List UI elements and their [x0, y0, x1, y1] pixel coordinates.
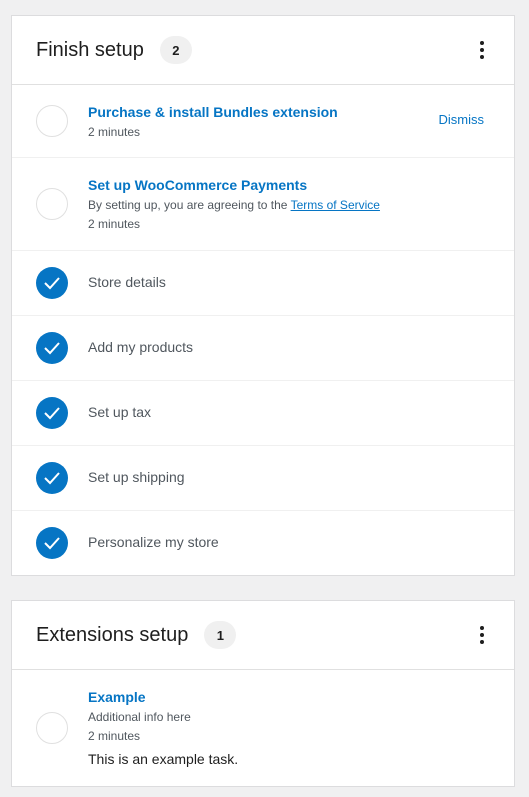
count-badge: 1 [204, 621, 237, 649]
task-title: Set up shipping [88, 469, 185, 485]
finish-setup-header: Finish setup 2 [12, 16, 514, 85]
task-purchase-bundles[interactable]: Purchase & install Bundles extension 2 m… [12, 85, 514, 158]
task-circle-icon[interactable] [36, 105, 68, 137]
card-title: Extensions setup [36, 623, 189, 646]
checkmark-icon [36, 462, 68, 494]
task-add-products[interactable]: Add my products [12, 316, 514, 381]
task-time: 2 minutes [88, 729, 141, 743]
task-title: Personalize my store [88, 534, 219, 550]
task-circle-icon[interactable] [36, 188, 68, 220]
task-title[interactable]: Example [88, 689, 484, 705]
task-description-text: By setting up, you are agreeing to the [88, 198, 288, 212]
task-woocommerce-payments[interactable]: Set up WooCommerce Payments By setting u… [12, 158, 514, 251]
checkmark-icon [36, 267, 68, 299]
extensions-setup-card: Extensions setup 1 Example Additional in… [11, 600, 515, 787]
checkmark-icon [36, 397, 68, 429]
task-title[interactable]: Purchase & install Bundles extension [88, 104, 484, 120]
task-description: By setting up, you are agreeing to the T… [88, 198, 484, 212]
checkmark-icon [36, 332, 68, 364]
checkmark-icon [36, 527, 68, 559]
task-info: Additional info here [88, 710, 191, 724]
dismiss-button[interactable]: Dismiss [439, 112, 485, 127]
task-title: Add my products [88, 339, 194, 355]
count-badge: 2 [159, 36, 192, 64]
task-set-up-tax[interactable]: Set up tax [12, 381, 514, 446]
task-example[interactable]: Example Additional info here 2 minutes T… [12, 670, 514, 786]
task-title: Store details [88, 274, 166, 290]
extensions-setup-header: Extensions setup 1 [12, 601, 514, 670]
vertical-ellipsis-icon [480, 41, 484, 45]
task-title[interactable]: Set up WooCommerce Payments [88, 177, 484, 193]
task-store-details[interactable]: Store details [12, 251, 514, 316]
task-time: 2 minutes [88, 124, 141, 139]
task-content: This is an example task. [88, 751, 239, 767]
more-menu-button[interactable] [470, 38, 494, 62]
vertical-ellipsis-icon [480, 626, 484, 630]
task-circle-icon[interactable] [36, 712, 68, 744]
task-time: 2 minutes [88, 217, 141, 231]
more-menu-button[interactable] [470, 623, 494, 647]
finish-setup-card: Finish setup 2 Purchase & install Bundle… [11, 15, 515, 576]
terms-of-service-link[interactable]: Terms of Service [291, 198, 380, 212]
task-set-up-shipping[interactable]: Set up shipping [12, 446, 514, 511]
card-title: Finish setup [36, 38, 144, 61]
task-title: Set up tax [88, 404, 152, 420]
task-personalize-store[interactable]: Personalize my store [12, 511, 514, 575]
